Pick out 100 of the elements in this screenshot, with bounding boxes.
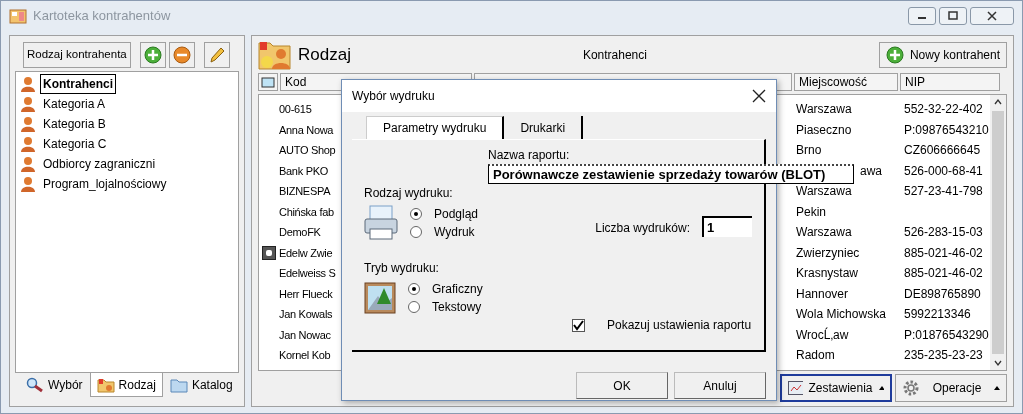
menu-button[interactable]: Zestawienia bbox=[780, 374, 892, 402]
table-cell-text: 5992213346 bbox=[904, 306, 972, 324]
radio-button[interactable] bbox=[408, 283, 420, 295]
radio-label[interactable]: Podgląd bbox=[434, 205, 479, 223]
printer-icon bbox=[364, 205, 398, 241]
plus-icon bbox=[143, 46, 162, 64]
field-label: Liczba wydruków: bbox=[595, 220, 690, 237]
table-cell-text: 527-23-41-798 bbox=[904, 183, 984, 201]
tree-item[interactable]: Kategoria A bbox=[40, 94, 109, 114]
table-cell: awa bbox=[860, 163, 882, 178]
group-label: Rodzaj wydruku: bbox=[364, 185, 454, 202]
tab[interactable]: Parametry wydruku bbox=[366, 116, 505, 139]
window-title: Kartoteka kontrahentów bbox=[33, 7, 171, 26]
table-cell-text: Anna Nowa bbox=[279, 122, 334, 138]
panel-title: Rodzaj bbox=[298, 44, 351, 67]
table-cell-text: Jan Nowac bbox=[279, 327, 331, 343]
maximize-icon bbox=[948, 11, 958, 21]
checkbox[interactable] bbox=[572, 318, 585, 332]
caret-icon bbox=[878, 386, 884, 390]
folder-person-icon bbox=[258, 40, 292, 70]
table-cell-text: Jan Kowals bbox=[279, 307, 333, 322]
select-column-header[interactable] bbox=[258, 73, 278, 91]
table-cell: WrocĹ‚aw bbox=[796, 327, 849, 342]
person-icon bbox=[20, 76, 36, 92]
table-cell-text: 552-32-22-402 bbox=[904, 101, 984, 119]
person-icon bbox=[20, 116, 36, 132]
radio-label[interactable]: Graficzny bbox=[432, 280, 483, 298]
close-icon bbox=[987, 11, 997, 21]
column-header[interactable]: NIP bbox=[900, 73, 1000, 91]
close-icon[interactable] bbox=[752, 89, 766, 103]
person-icon bbox=[20, 176, 36, 192]
table-cell-text: 235-235-23-23 bbox=[904, 347, 984, 365]
tab[interactable]: Rodzaj bbox=[89, 373, 163, 397]
folder-icon bbox=[96, 376, 115, 393]
caret-icon bbox=[994, 386, 1000, 390]
plus-icon bbox=[885, 46, 904, 64]
remove-button[interactable] bbox=[168, 42, 195, 68]
copies-field[interactable]: 1 bbox=[702, 216, 752, 237]
table-cell-text: DemoFK bbox=[279, 225, 321, 240]
table-cell-text: DE898765890 bbox=[904, 285, 982, 303]
table-cell: Pekin bbox=[796, 204, 827, 219]
radio-label[interactable]: Tekstowy bbox=[432, 298, 482, 316]
dialog-button[interactable]: Anuluj bbox=[674, 372, 766, 399]
new-contractor-button[interactable]: Nowy kontrahent bbox=[878, 42, 1007, 68]
table-cell: Hannover bbox=[796, 286, 849, 301]
table-cell-text: 526-283-15-03 bbox=[904, 224, 984, 242]
maximize-button[interactable] bbox=[939, 7, 967, 25]
edit-button[interactable] bbox=[203, 42, 230, 68]
group-label: Tryb wydruku: bbox=[364, 260, 440, 277]
table-cell: Zwierzyniec bbox=[796, 245, 860, 260]
table-cell-text: Herr Flueck bbox=[279, 286, 333, 302]
field-label: Nazwa raportu: bbox=[488, 147, 571, 164]
tree-item[interactable]: Kategoria B bbox=[40, 114, 109, 134]
table-cell: Brno bbox=[796, 143, 822, 158]
table-cell-text: 00-615 bbox=[279, 102, 312, 117]
table-cell-text: 885-021-46-02 bbox=[904, 265, 984, 283]
menu-button[interactable]: Operacje bbox=[895, 374, 1007, 402]
report-icon bbox=[788, 381, 803, 395]
scrollbar-thumb[interactable] bbox=[992, 111, 1004, 354]
radio-label[interactable]: Wydruk bbox=[434, 223, 475, 241]
table-cell: Krasnystaw bbox=[796, 266, 859, 281]
minimize-button[interactable] bbox=[908, 7, 936, 25]
tree-item[interactable]: Kategoria C bbox=[40, 134, 110, 154]
table-cell-text: 526-000-68-41 bbox=[904, 162, 984, 180]
table-cell-text: AUTO Shop bbox=[279, 143, 336, 158]
tree-item[interactable]: Program_lojalnościowy bbox=[40, 174, 170, 194]
dialog-button[interactable]: OK bbox=[576, 372, 668, 399]
search-icon bbox=[26, 377, 44, 393]
pencil-icon bbox=[207, 46, 226, 64]
table-cell-text: Edelweiss S bbox=[279, 266, 336, 281]
column-header[interactable]: Miejscowość bbox=[794, 73, 898, 91]
table-cell: Warszawa bbox=[796, 225, 852, 240]
type-button[interactable]: Rodzaj kontrahenta bbox=[23, 42, 131, 68]
dialog-title: Wybór wydruku bbox=[352, 88, 435, 105]
table-cell-text: CZ606666645 bbox=[904, 142, 982, 160]
table-cell: Warszawa bbox=[796, 102, 852, 117]
table-cell: Piaseczno bbox=[796, 122, 852, 137]
table-cell-text: P:01876543290 bbox=[904, 326, 990, 344]
close-button[interactable] bbox=[970, 7, 1014, 25]
add-button[interactable] bbox=[139, 42, 166, 68]
radio-button[interactable] bbox=[408, 301, 420, 313]
table-cell-text: Bank PKO bbox=[279, 163, 328, 179]
folder-icon bbox=[169, 377, 188, 393]
person-icon bbox=[20, 156, 36, 172]
app-icon bbox=[9, 8, 27, 24]
tree-item[interactable]: Odbiorcy zagraniczni bbox=[40, 154, 159, 174]
settings-icon bbox=[902, 379, 920, 397]
table-cell-text: Edelw Zwie bbox=[279, 245, 333, 261]
radio-button[interactable] bbox=[410, 208, 422, 220]
tab[interactable]: Wybór bbox=[19, 373, 90, 397]
report-name-field[interactable]: Porównawcze zestawienie sprzedaży towarów (BLOT) bbox=[488, 164, 854, 184]
table-cell: Warszawa bbox=[796, 184, 852, 199]
checkbox-label[interactable]: Pokazuj ustawienia raportu bbox=[607, 316, 752, 334]
radio-button[interactable] bbox=[410, 226, 422, 238]
person-icon bbox=[20, 96, 36, 112]
table-cell: Wola Michowska bbox=[796, 307, 886, 322]
tree-item[interactable]: Kontrahenci bbox=[40, 74, 116, 94]
table-cell-text: Kornel Kob bbox=[279, 348, 331, 363]
tab[interactable]: Katalog bbox=[162, 373, 240, 397]
table-cell-text: BIZNESPA bbox=[279, 184, 331, 199]
